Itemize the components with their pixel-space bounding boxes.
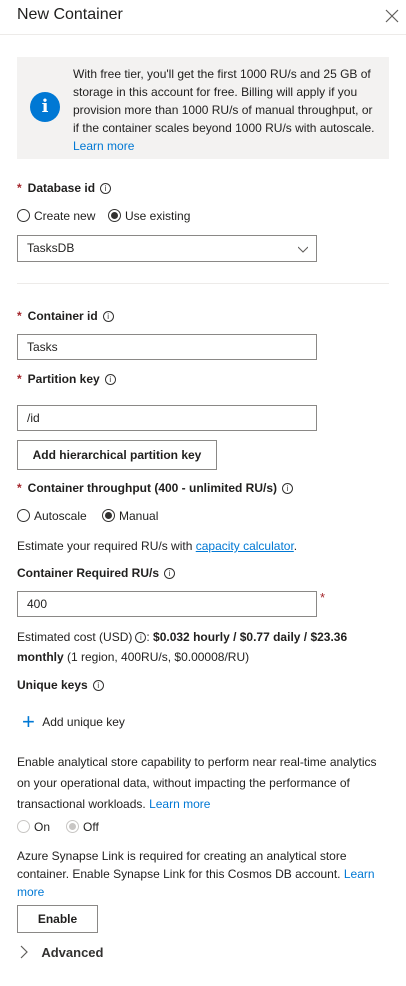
info-tooltip-icon[interactable]: i (100, 183, 112, 194)
synapse-link-text: Azure Synapse Link is required for creat… (17, 849, 347, 881)
partition-key-label-row: * Partition key i (17, 372, 116, 386)
container-id-label-row: * Container id i (17, 309, 114, 323)
radio-use-existing-label: Use existing (125, 209, 191, 223)
required-asterisk: * (17, 309, 22, 323)
radio-autoscale-circle[interactable] (17, 509, 30, 522)
info-learn-more-link[interactable]: Learn more (73, 139, 134, 153)
partition-key-value: /id (27, 411, 40, 425)
info-tooltip-icon[interactable]: i (164, 568, 176, 579)
panel-title: New Container (17, 6, 123, 23)
radio-autoscale-label: Autoscale (34, 509, 87, 523)
container-id-label: Container id (27, 309, 98, 323)
required-asterisk: * (320, 590, 326, 605)
required-ru-value: 400 (27, 597, 48, 611)
radio-analytical-off-circle (66, 820, 79, 833)
estimated-cost-text: Estimated cost (USD) i: $0.032 hourly / $… (17, 630, 348, 664)
info-tooltip-icon[interactable]: i (282, 483, 293, 494)
database-id-dropdown[interactable]: TasksDB (17, 235, 317, 262)
container-id-input[interactable]: Tasks (17, 334, 317, 360)
analytical-store-description: Enable analytical store capability to pe… (17, 752, 387, 815)
radio-analytical-off-label: Off (83, 820, 99, 834)
required-ru-label: Container Required RU/s (17, 566, 160, 580)
capacity-calculator-link[interactable]: capacity calculator (196, 539, 294, 553)
estimate-prefix: Estimate your required RU/s with (17, 539, 196, 553)
radio-use-existing[interactable]: Use existing (108, 209, 190, 223)
info-tooltip-icon[interactable]: i (135, 632, 147, 643)
advanced-label: Advanced (41, 945, 104, 960)
section-divider (17, 283, 389, 284)
radio-create-new-circle[interactable] (17, 209, 30, 222)
radio-manual-label: Manual (119, 509, 159, 523)
plus-icon: + (22, 709, 35, 734)
chevron-right-icon (20, 945, 28, 959)
advanced-section-toggle[interactable]: Advanced (19, 945, 103, 960)
radio-autoscale[interactable]: Autoscale (17, 509, 87, 523)
radio-manual[interactable]: Manual (102, 509, 158, 523)
free-tier-info-box: i With free tier, you'll get the first 1… (17, 57, 389, 159)
synapse-link-notice: Azure Synapse Link is required for creat… (17, 847, 377, 901)
info-tooltip-icon[interactable]: i (92, 680, 104, 691)
header-divider (0, 34, 406, 35)
container-id-value: Tasks (27, 340, 58, 354)
throughput-label: Container throughput (400 - unlimited RU… (27, 481, 277, 495)
unique-keys-label: Unique keys (17, 678, 88, 692)
enable-synapse-button[interactable]: Enable (17, 905, 98, 933)
radio-manual-circle[interactable] (102, 509, 115, 522)
radio-analytical-on-circle (17, 820, 30, 833)
radio-analytical-off: Off (66, 820, 99, 834)
database-id-label-row: * Database id i (17, 181, 112, 195)
radio-create-new[interactable]: Create new (17, 209, 95, 223)
radio-create-new-label: Create new (34, 209, 96, 223)
partition-key-label: Partition key (27, 372, 100, 386)
info-message: With free tier, you'll get the first 100… (73, 67, 375, 135)
unique-keys-label-row: Unique keys i (17, 678, 104, 692)
radio-analytical-on-label: On (34, 820, 51, 834)
required-ru-input[interactable]: 400 (17, 591, 317, 617)
add-unique-key-label: Add unique key (42, 715, 125, 729)
required-asterisk: * (17, 181, 22, 195)
info-tooltip-icon[interactable]: i (102, 311, 114, 322)
info-tooltip-icon[interactable]: i (104, 374, 116, 385)
estimate-ru-text: Estimate your required RU/s with capacit… (17, 537, 297, 555)
required-asterisk: * (17, 481, 22, 495)
close-icon[interactable] (384, 8, 400, 24)
info-icon: i (30, 92, 60, 122)
free-tier-info-text: With free tier, you'll get the first 100… (73, 65, 379, 155)
analytical-learn-more-link[interactable]: Learn more (149, 797, 210, 811)
throughput-label-row: * Container throughput (400 - unlimited R… (17, 481, 293, 495)
estimate-suffix: . (293, 539, 298, 553)
radio-use-existing-circle[interactable] (108, 209, 121, 222)
add-hierarchical-partition-key-button[interactable]: Add hierarchical partition key (17, 440, 217, 470)
chevron-down-icon (298, 246, 308, 253)
add-unique-key-button[interactable]: + Add unique key (22, 709, 125, 734)
database-id-label: Database id (27, 181, 96, 195)
cost-suffix: (1 region, 400RU/s, $0.00008/RU) (63, 650, 250, 664)
required-ru-label-row: Container Required RU/s i (17, 566, 176, 580)
database-id-value: TasksDB (27, 241, 75, 255)
cost-prefix: Estimated cost (USD) (17, 630, 133, 644)
required-asterisk: * (17, 372, 22, 386)
partition-key-input[interactable]: /id (17, 405, 317, 431)
radio-analytical-on: On (17, 820, 50, 834)
